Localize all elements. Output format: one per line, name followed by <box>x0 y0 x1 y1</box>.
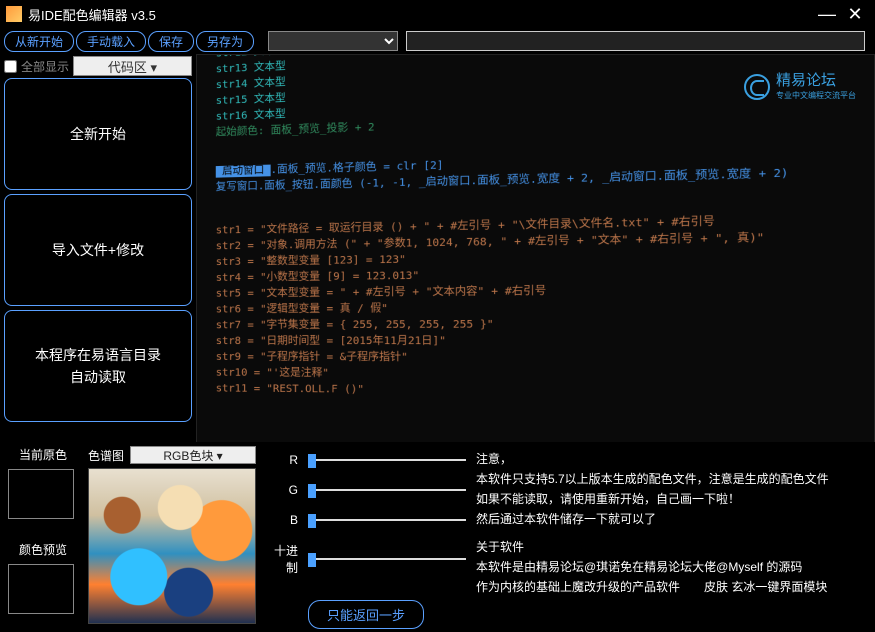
rgb-section: R G B 十进制 只能返回一步 <box>266 446 466 628</box>
save-button[interactable]: 保存 <box>148 31 194 52</box>
preview-color-label: 颜色预览 <box>8 541 78 558</box>
auto-read-button[interactable]: 本程序在易语言目录 自动读取 <box>4 310 192 422</box>
scheme-combo[interactable] <box>268 31 398 51</box>
close-button[interactable]: ✕ <box>841 4 869 24</box>
current-color-section: 当前原色 颜色预览 <box>8 446 78 628</box>
notice-section: 注意， 本软件只支持5.7以上版本生成的配色文件，注意是生成的配色文件 如果不能… <box>476 446 867 628</box>
spectrum-label: 色谱图 <box>88 447 124 464</box>
about-heading: 关于软件 <box>476 538 867 556</box>
saveas-button[interactable]: 另存为 <box>196 31 254 52</box>
current-color-label: 当前原色 <box>8 446 78 463</box>
start-fresh-button[interactable]: 全新开始 <box>4 78 192 190</box>
import-modify-button[interactable]: 导入文件+修改 <box>4 194 192 306</box>
forum-logo: 精易论坛 专业中文编程交流平台 <box>744 73 856 101</box>
r-label: R <box>266 453 298 467</box>
spectrum-picker[interactable] <box>88 468 256 624</box>
dec-label: 十进制 <box>266 542 298 576</box>
preview-color-swatch[interactable] <box>8 564 74 614</box>
search-input[interactable] <box>406 31 865 51</box>
dec-slider[interactable] <box>308 551 466 567</box>
current-color-swatch[interactable] <box>8 469 74 519</box>
app-icon <box>6 6 22 22</box>
b-slider[interactable] <box>308 512 466 528</box>
spectrum-mode-combo[interactable]: RGB色块 ▾ <box>130 446 256 464</box>
load-button[interactable]: 手动载入 <box>76 31 146 52</box>
new-button[interactable]: 从新开始 <box>4 31 74 52</box>
notice-heading: 注意， <box>476 450 867 468</box>
showall-checkbox[interactable] <box>4 60 17 73</box>
b-label: B <box>266 513 298 527</box>
spectrum-section: 色谱图 RGB色块 ▾ <box>88 446 256 628</box>
titlebar: 易IDE配色编辑器 v3.5 — ✕ <box>0 0 875 28</box>
g-slider[interactable] <box>308 482 466 498</box>
minimize-button[interactable]: — <box>813 4 841 24</box>
undo-button[interactable]: 只能返回一步 <box>308 600 424 629</box>
toolbar: 从新开始 手动载入 保存 另存为 <box>0 28 875 54</box>
app-title: 易IDE配色编辑器 v3.5 <box>28 5 813 24</box>
g-label: G <box>266 483 298 497</box>
e-icon <box>744 74 770 100</box>
zone-combo[interactable]: 代码区 ▾ <box>73 56 192 76</box>
showall-label: 全部显示 <box>21 58 69 75</box>
r-slider[interactable] <box>308 452 466 468</box>
